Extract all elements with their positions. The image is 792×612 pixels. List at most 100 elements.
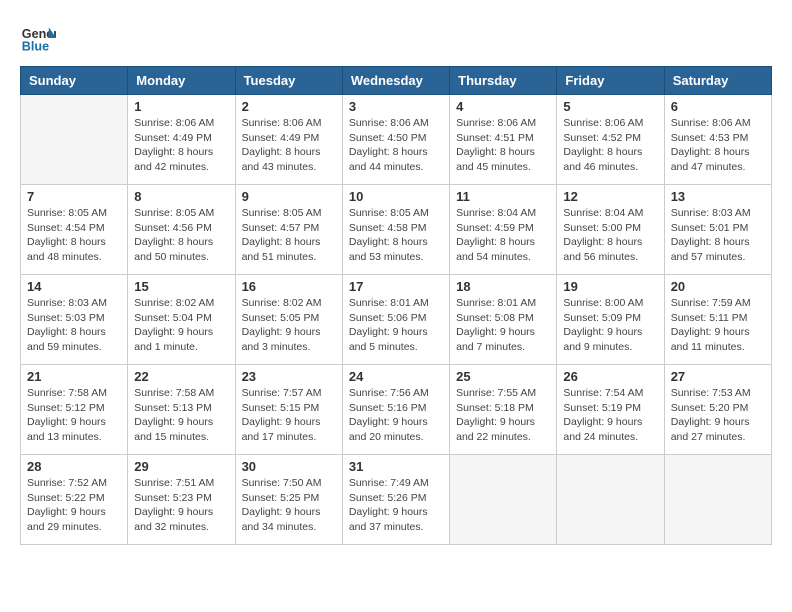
calendar-cell: 27Sunrise: 7:53 AMSunset: 5:20 PMDayligh… (664, 365, 771, 455)
day-number: 8 (134, 189, 228, 204)
day-info: Sunrise: 7:50 AMSunset: 5:25 PMDaylight:… (242, 476, 336, 535)
day-header-wednesday: Wednesday (342, 67, 449, 95)
calendar-cell: 10 Sunrise: 8:05 AMSunset: 4:58 PMDayligh… (342, 185, 449, 275)
day-number: 22 (134, 369, 228, 384)
day-number: 21 (27, 369, 121, 384)
day-number: 11 (456, 189, 550, 204)
day-info: Sunrise: 7:54 AMSunset: 5:19 PMDaylight:… (563, 386, 657, 445)
calendar-cell (21, 95, 128, 185)
day-info: Sunrise: 8:06 AMSunset: 4:52 PMDaylight:… (563, 116, 657, 175)
calendar-cell: 8 Sunrise: 8:05 AMSunset: 4:56 PMDaylight… (128, 185, 235, 275)
day-info: Sunrise: 8:03 AMSunset: 5:03 PMDaylight:… (27, 296, 121, 355)
day-number: 30 (242, 459, 336, 474)
day-header-tuesday: Tuesday (235, 67, 342, 95)
day-number: 16 (242, 279, 336, 294)
day-info: Sunrise: 7:49 AMSunset: 5:26 PMDaylight:… (349, 476, 443, 535)
calendar-cell: 25Sunrise: 7:55 AMSunset: 5:18 PMDayligh… (450, 365, 557, 455)
calendar-cell: 29 Sunrise: 7:51 AMSunset: 5:23 PMDayligh… (128, 455, 235, 545)
page-header: General Blue (20, 20, 772, 56)
day-number: 23 (242, 369, 336, 384)
calendar-cell: 24 Sunrise: 7:56 AMSunset: 5:16 PMDayligh… (342, 365, 449, 455)
day-info: Sunrise: 7:53 AMSunset: 5:20 PMDaylight:… (671, 386, 765, 445)
day-info: Sunrise: 7:51 AMSunset: 5:23 PMDaylight:… (134, 476, 228, 535)
calendar-cell: 7 Sunrise: 8:05 AMSunset: 4:54 PMDaylight… (21, 185, 128, 275)
day-info: Sunrise: 8:05 AMSunset: 4:56 PMDaylight:… (134, 206, 228, 265)
calendar-cell: 3Sunrise: 8:06 AMSunset: 4:50 PMDaylight… (342, 95, 449, 185)
day-number: 26 (563, 369, 657, 384)
day-number: 5 (563, 99, 657, 114)
day-info: Sunrise: 8:05 AMSunset: 4:54 PMDaylight:… (27, 206, 121, 265)
calendar-cell: 30 Sunrise: 7:50 AMSunset: 5:25 PMDayligh… (235, 455, 342, 545)
calendar-cell: 9Sunrise: 8:05 AMSunset: 4:57 PMDaylight… (235, 185, 342, 275)
day-info: Sunrise: 7:56 AMSunset: 5:16 PMDaylight:… (349, 386, 443, 445)
calendar-cell: 23 Sunrise: 7:57 AMSunset: 5:15 PMDayligh… (235, 365, 342, 455)
calendar-cell: 22 Sunrise: 7:58 AMSunset: 5:13 PMDayligh… (128, 365, 235, 455)
day-info: Sunrise: 8:05 AMSunset: 4:58 PMDaylight:… (349, 206, 443, 265)
calendar-cell (450, 455, 557, 545)
day-number: 29 (134, 459, 228, 474)
day-number: 14 (27, 279, 121, 294)
day-number: 6 (671, 99, 765, 114)
day-info: Sunrise: 8:04 AMSunset: 4:59 PMDaylight:… (456, 206, 550, 265)
week-row-3: 14 Sunrise: 8:03 AMSunset: 5:03 PMDayligh… (21, 275, 772, 365)
day-number: 10 (349, 189, 443, 204)
day-header-monday: Monday (128, 67, 235, 95)
day-header-sunday: Sunday (21, 67, 128, 95)
day-number: 18 (456, 279, 550, 294)
svg-text:Blue: Blue (22, 40, 49, 54)
calendar-cell: 1 Sunrise: 8:06 AMSunset: 4:49 PMDaylight… (128, 95, 235, 185)
day-number: 1 (134, 99, 228, 114)
calendar-table: SundayMondayTuesdayWednesdayThursdayFrid… (20, 66, 772, 545)
day-number: 4 (456, 99, 550, 114)
day-info: Sunrise: 7:58 AMSunset: 5:12 PMDaylight:… (27, 386, 121, 445)
day-info: Sunrise: 7:57 AMSunset: 5:15 PMDaylight:… (242, 386, 336, 445)
day-info: Sunrise: 7:58 AMSunset: 5:13 PMDaylight:… (134, 386, 228, 445)
day-number: 31 (349, 459, 443, 474)
calendar-cell: 12Sunrise: 8:04 AMSunset: 5:00 PMDayligh… (557, 185, 664, 275)
calendar-cell (557, 455, 664, 545)
calendar-cell: 21 Sunrise: 7:58 AMSunset: 5:12 PMDayligh… (21, 365, 128, 455)
week-row-2: 7 Sunrise: 8:05 AMSunset: 4:54 PMDaylight… (21, 185, 772, 275)
day-info: Sunrise: 8:03 AMSunset: 5:01 PMDaylight:… (671, 206, 765, 265)
day-info: Sunrise: 8:02 AMSunset: 5:04 PMDaylight:… (134, 296, 228, 355)
day-info: Sunrise: 8:06 AMSunset: 4:51 PMDaylight:… (456, 116, 550, 175)
day-number: 19 (563, 279, 657, 294)
day-number: 15 (134, 279, 228, 294)
calendar-cell: 31 Sunrise: 7:49 AMSunset: 5:26 PMDayligh… (342, 455, 449, 545)
calendar-cell: 18Sunrise: 8:01 AMSunset: 5:08 PMDayligh… (450, 275, 557, 365)
day-info: Sunrise: 8:06 AMSunset: 4:53 PMDaylight:… (671, 116, 765, 175)
calendar-cell: 16Sunrise: 8:02 AMSunset: 5:05 PMDayligh… (235, 275, 342, 365)
calendar-cell: 13 Sunrise: 8:03 AMSunset: 5:01 PMDayligh… (664, 185, 771, 275)
day-info: Sunrise: 8:01 AMSunset: 5:06 PMDaylight:… (349, 296, 443, 355)
calendar-cell (664, 455, 771, 545)
day-number: 12 (563, 189, 657, 204)
calendar-cell: 14 Sunrise: 8:03 AMSunset: 5:03 PMDayligh… (21, 275, 128, 365)
day-number: 13 (671, 189, 765, 204)
day-number: 9 (242, 189, 336, 204)
day-info: Sunrise: 7:59 AMSunset: 5:11 PMDaylight:… (671, 296, 765, 355)
calendar-cell: 28 Sunrise: 7:52 AMSunset: 5:22 PMDayligh… (21, 455, 128, 545)
week-row-5: 28 Sunrise: 7:52 AMSunset: 5:22 PMDayligh… (21, 455, 772, 545)
logo: General Blue (20, 20, 60, 56)
day-number: 20 (671, 279, 765, 294)
day-header-thursday: Thursday (450, 67, 557, 95)
day-number: 2 (242, 99, 336, 114)
day-number: 17 (349, 279, 443, 294)
day-info: Sunrise: 8:00 AMSunset: 5:09 PMDaylight:… (563, 296, 657, 355)
calendar-cell: 2Sunrise: 8:06 AMSunset: 4:49 PMDaylight… (235, 95, 342, 185)
day-info: Sunrise: 8:06 AMSunset: 4:49 PMDaylight:… (134, 116, 228, 175)
day-info: Sunrise: 7:52 AMSunset: 5:22 PMDaylight:… (27, 476, 121, 535)
calendar-cell: 11 Sunrise: 8:04 AMSunset: 4:59 PMDayligh… (450, 185, 557, 275)
day-number: 24 (349, 369, 443, 384)
logo-icon: General Blue (20, 20, 56, 56)
calendar-cell: 5 Sunrise: 8:06 AMSunset: 4:52 PMDaylight… (557, 95, 664, 185)
day-header-saturday: Saturday (664, 67, 771, 95)
calendar-cell: 4 Sunrise: 8:06 AMSunset: 4:51 PMDaylight… (450, 95, 557, 185)
week-row-4: 21 Sunrise: 7:58 AMSunset: 5:12 PMDayligh… (21, 365, 772, 455)
calendar-cell: 26 Sunrise: 7:54 AMSunset: 5:19 PMDayligh… (557, 365, 664, 455)
day-header-friday: Friday (557, 67, 664, 95)
day-number: 28 (27, 459, 121, 474)
calendar-cell: 20 Sunrise: 7:59 AMSunset: 5:11 PMDayligh… (664, 275, 771, 365)
day-number: 7 (27, 189, 121, 204)
calendar-cell: 15 Sunrise: 8:02 AMSunset: 5:04 PMDayligh… (128, 275, 235, 365)
